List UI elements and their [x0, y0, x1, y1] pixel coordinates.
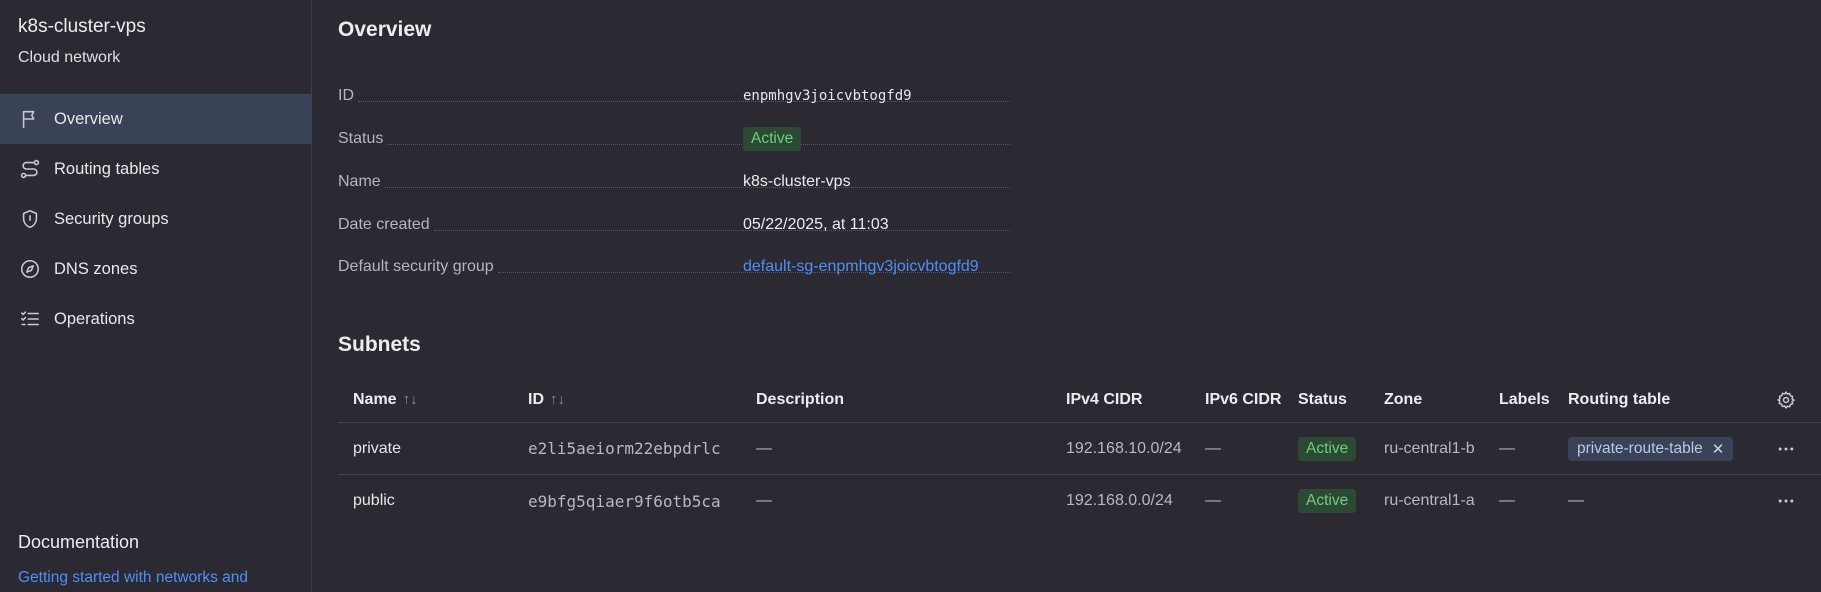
subnet-description: — [756, 439, 772, 457]
page-title: Overview [338, 18, 432, 41]
subnet-ipv4: 192.168.10.0/24 [1066, 439, 1182, 457]
default-security-group-link[interactable]: default-sg-enpmhgv3joicvbtogfd9 [743, 258, 979, 276]
subnet-labels: — [1499, 492, 1515, 509]
subnet-ipv4: 192.168.0.0/24 [1066, 492, 1173, 509]
sort-arrows-icon[interactable]: ↑↓ [550, 391, 565, 408]
sidebar-item-security-groups[interactable]: Security groups [0, 194, 312, 244]
property-label: Date created [338, 216, 430, 233]
column-header-zone: Zone [1384, 390, 1423, 408]
property-default-security-group: Default security group default-sg-enpmhg… [338, 255, 1028, 279]
column-header-labels: Labels [1499, 390, 1550, 408]
dotted-leader [433, 229, 1010, 231]
network-type: Cloud network [18, 49, 121, 66]
sidebar-item-label: DNS zones [54, 259, 138, 278]
table-row[interactable]: private e2li5aeiorm22ebpdrlc — 192.168.1… [338, 423, 1821, 475]
property-label: ID [338, 87, 354, 104]
property-name: Name k8s-cluster-vps [338, 170, 1028, 194]
sidebar-item-label: Security groups [54, 209, 169, 228]
sidebar: k8s-cluster-vps Cloud network Overview R… [0, 0, 312, 592]
status-badge: Active [743, 127, 802, 151]
routing-table-name: private-route-table [1577, 439, 1703, 457]
sidebar-item-dns-zones[interactable]: DNS zones [0, 244, 312, 294]
subnet-name: public [353, 492, 395, 509]
column-header-status: Status [1298, 390, 1347, 408]
subnet-ipv6: — [1205, 439, 1221, 457]
shield-icon [18, 207, 42, 231]
subnet-labels: — [1499, 439, 1515, 457]
dotted-leader [358, 100, 1010, 102]
compass-icon [18, 257, 42, 281]
sidebar-item-overview[interactable]: Overview [0, 94, 312, 144]
property-label: Default security group [338, 258, 494, 275]
documentation-heading: Documentation [18, 532, 140, 552]
close-icon[interactable]: ✕ [1712, 440, 1725, 458]
sidebar-nav: Overview Routing tables Security groups [0, 94, 312, 344]
network-id-value: enpmhgv3joicvbtogfd9 [743, 88, 912, 104]
more-actions-icon[interactable] [1776, 475, 1796, 527]
subnet-id: e9bfg5qiaer9f6otb5ca [528, 491, 721, 511]
routing-table-tag[interactable]: private-route-table ✕ [1568, 436, 1734, 461]
subnet-zone: ru-central1-a [1384, 492, 1475, 509]
network-name-value: k8s-cluster-vps [743, 173, 851, 190]
network-title: k8s-cluster-vps [18, 16, 146, 37]
subnet-zone: ru-central1-b [1384, 439, 1475, 457]
sort-arrows-icon[interactable]: ↑↓ [403, 391, 418, 408]
column-header-routing-table: Routing table [1568, 390, 1671, 408]
subnet-name: private [353, 439, 402, 457]
status-cell: Active [1298, 423, 1357, 474]
property-label: Name [338, 173, 381, 190]
property-id: ID enpmhgv3joicvbtogfd9 [338, 84, 1028, 108]
subnets-heading: Subnets [338, 333, 421, 356]
gear-icon[interactable] [1776, 377, 1796, 422]
documentation-link[interactable]: Getting started with networks and [18, 569, 248, 587]
table-header: Name ↑↓ ID ↑↓ Description IPv4 CIDR IPv6… [338, 377, 1821, 423]
flag-icon [18, 107, 42, 131]
column-header-name[interactable]: Name ↑↓ [353, 377, 418, 422]
dotted-leader [384, 186, 1010, 188]
subnet-description: — [756, 492, 772, 509]
sidebar-item-label: Routing tables [54, 159, 160, 178]
property-status: Status Active [338, 127, 1028, 151]
sidebar-item-operations[interactable]: Operations [0, 294, 312, 344]
sidebar-item-routing-tables[interactable]: Routing tables [0, 144, 312, 194]
sidebar-item-label: Overview [54, 109, 123, 128]
main-content: Overview ID enpmhgv3joicvbtogfd9 Status … [313, 0, 1821, 592]
route-icon [18, 157, 42, 181]
subnets-table: Name ↑↓ ID ↑↓ Description IPv4 CIDR IPv6… [338, 377, 1821, 527]
status-badge: Active [1298, 436, 1357, 461]
column-header-ipv6: IPv6 CIDR [1205, 390, 1282, 408]
column-header-ipv4: IPv4 CIDR [1066, 390, 1143, 408]
status-badge: Active [1298, 489, 1357, 513]
routing-table-cell: private-route-table ✕ [1568, 423, 1734, 474]
column-header-description: Description [756, 390, 845, 408]
property-label: Status [338, 130, 384, 147]
routing-table-empty: — [1568, 492, 1584, 509]
subnet-ipv6: — [1205, 492, 1221, 509]
sidebar-item-label: Operations [54, 309, 135, 328]
table-row[interactable]: public e9bfg5qiaer9f6otb5ca — 192.168.0.… [338, 475, 1821, 527]
column-label: ID [528, 390, 544, 408]
status-cell: Active [1298, 475, 1357, 527]
more-actions-icon[interactable] [1776, 423, 1796, 474]
checklist-icon [18, 307, 42, 331]
dotted-leader [387, 143, 1010, 145]
column-label: Name [353, 390, 397, 408]
subnet-id: e2li5aeiorm22ebpdrlc [528, 439, 721, 458]
property-date-created: Date created 05/22/2025, at 11:03 [338, 213, 1028, 237]
date-created-value: 05/22/2025, at 11:03 [743, 216, 889, 233]
column-header-id[interactable]: ID ↑↓ [528, 377, 565, 422]
